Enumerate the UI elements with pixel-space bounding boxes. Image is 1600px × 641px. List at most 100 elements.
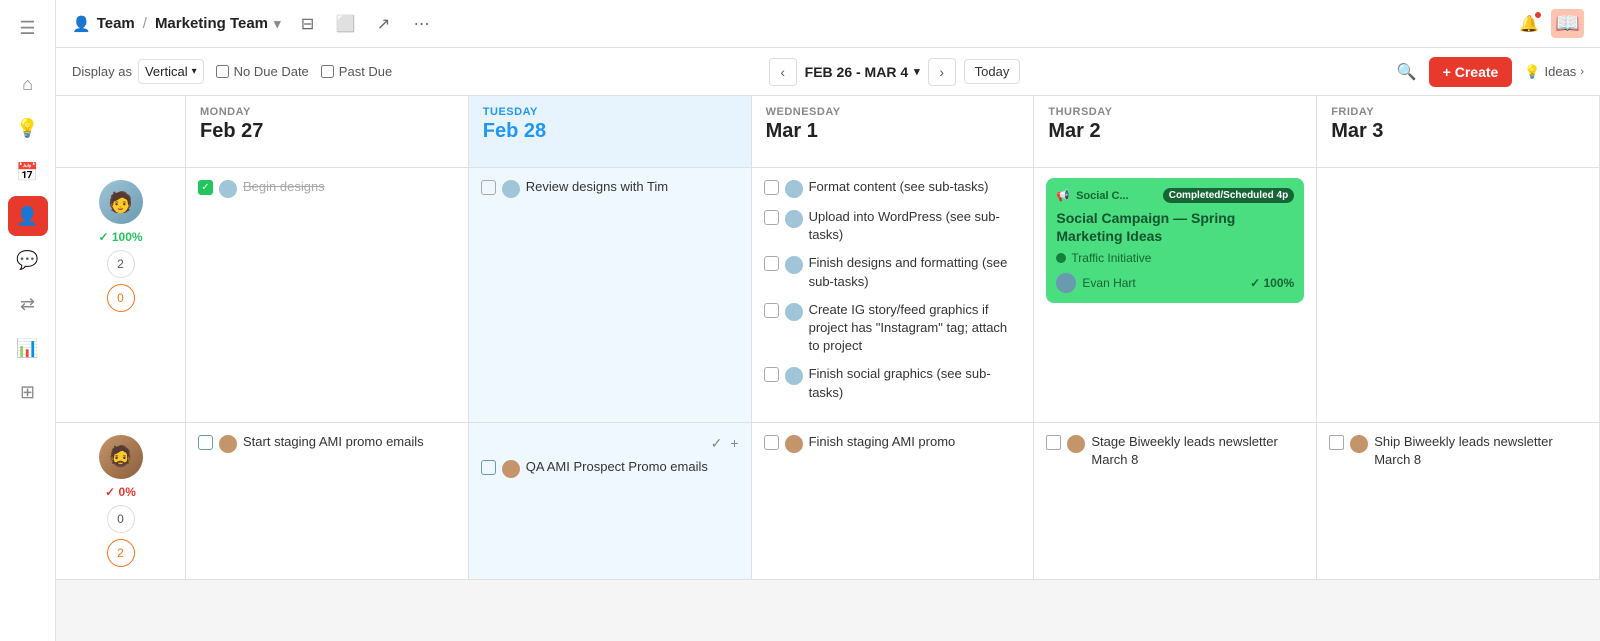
task-cell-friday-1[interactable] bbox=[1317, 168, 1600, 423]
breadcrumb: 👤 Team / Marketing Team ▾ bbox=[72, 15, 281, 33]
topbar-actions: ⊟ ⬜ ↗ ⋯ bbox=[293, 9, 437, 39]
sidebar-bar-chart-icon[interactable]: 📊 bbox=[8, 328, 48, 368]
sidebar-chat-icon[interactable]: 💬 bbox=[8, 240, 48, 280]
task-checkbox[interactable] bbox=[1329, 435, 1344, 450]
notification-bell[interactable]: 🔔 bbox=[1519, 14, 1539, 34]
next-arrow[interactable]: › bbox=[928, 58, 956, 86]
wednesday-name: WEDNESDAY bbox=[766, 106, 1020, 118]
date-range-display[interactable]: FEB 26 - MAR 4 ▾ bbox=[805, 64, 920, 80]
campaign-user-avatar bbox=[1056, 273, 1076, 293]
task-checkbox[interactable] bbox=[198, 435, 213, 450]
no-due-date-input[interactable] bbox=[216, 65, 229, 78]
task-cell-tuesday-2[interactable]: ✓ + QA AMI Prospect Promo emails bbox=[469, 423, 752, 580]
task-avatar-small bbox=[502, 460, 520, 478]
task-avatar-small bbox=[785, 256, 803, 274]
past-due-input[interactable] bbox=[321, 65, 334, 78]
team-label[interactable]: Team bbox=[97, 15, 135, 32]
past-due-checkbox[interactable]: Past Due bbox=[321, 64, 392, 79]
sidebar-shuffle-icon[interactable]: ⇄ bbox=[8, 284, 48, 324]
topbar: 👤 Team / Marketing Team ▾ ⊟ ⬜ ↗ ⋯ 🔔 📖 bbox=[56, 0, 1600, 48]
task-cell-friday-2[interactable]: Ship Biweekly leads newsletter March 8 bbox=[1317, 423, 1600, 580]
ideas-button[interactable]: 💡 Ideas › bbox=[1524, 64, 1584, 80]
task-avatar-small bbox=[219, 180, 237, 198]
task-checkbox[interactable] bbox=[764, 303, 779, 318]
task-text: Finish designs and formatting (see sub-t… bbox=[809, 254, 1022, 290]
check-action[interactable]: ✓ bbox=[711, 435, 723, 452]
task-item: Start staging AMI promo emails bbox=[198, 433, 456, 453]
ideas-label: Ideas bbox=[1545, 64, 1577, 79]
thursday-date: Mar 2 bbox=[1048, 120, 1302, 143]
sidebar-calendar-icon[interactable]: 📅 bbox=[8, 152, 48, 192]
task-cell-thursday-2[interactable]: Stage Biweekly leads newsletter March 8 bbox=[1034, 423, 1317, 580]
sidebar: ☰ ⌂ 💡 📅 👤 💬 ⇄ 📊 ⊞ bbox=[0, 0, 56, 641]
share-button[interactable]: ↗ bbox=[369, 9, 399, 39]
add-action[interactable]: + bbox=[730, 435, 738, 452]
toolbar: Display as Vertical ▾ No Due Date Past D… bbox=[56, 48, 1600, 96]
task-text: Finish social graphics (see sub-tasks) bbox=[809, 365, 1022, 401]
task-text: QA AMI Prospect Promo emails bbox=[526, 458, 708, 476]
green-card-footer: Evan Hart ✓ 100% bbox=[1056, 273, 1294, 293]
task-cell-thursday-1[interactable]: 📢 Social C... Completed/Scheduled 4p Soc… bbox=[1034, 168, 1317, 423]
today-button[interactable]: Today bbox=[964, 59, 1021, 84]
green-card-tag-row: 📢 Social C... bbox=[1056, 189, 1128, 202]
breadcrumb-chevron[interactable]: ▾ bbox=[274, 16, 281, 32]
task-cell-monday-1[interactable]: ✓ Begin designs bbox=[186, 168, 469, 423]
avatar-1: 🧑 bbox=[99, 180, 143, 224]
sidebar-home-icon[interactable]: ⌂ bbox=[8, 64, 48, 104]
green-card-header: 📢 Social C... Completed/Scheduled 4p bbox=[1056, 188, 1294, 203]
display-as-label: Display as Vertical ▾ bbox=[72, 59, 204, 84]
task-avatar-small bbox=[785, 303, 803, 321]
ideas-chevron: › bbox=[1580, 66, 1584, 78]
create-button[interactable]: + Create bbox=[1429, 57, 1513, 87]
progress-2: ✓ 0% bbox=[105, 485, 136, 499]
book-icon[interactable]: 📖 bbox=[1551, 9, 1584, 38]
task-avatar-small bbox=[219, 435, 237, 453]
task-checkbox[interactable]: ✓ bbox=[198, 180, 213, 195]
task-checkbox[interactable] bbox=[764, 367, 779, 382]
sidebar-team-icon[interactable]: 👤 bbox=[8, 196, 48, 236]
task-item: Finish social graphics (see sub-tasks) bbox=[764, 365, 1022, 401]
marketing-team-label[interactable]: Marketing Team bbox=[155, 15, 268, 32]
calendar-area: MONDAY Feb 27 TUESDAY Feb 28 WEDNESDAY M… bbox=[56, 96, 1600, 641]
task-text: Start staging AMI promo emails bbox=[243, 433, 424, 451]
prev-arrow[interactable]: ‹ bbox=[769, 58, 797, 86]
display-value-dropdown[interactable]: Vertical ▾ bbox=[138, 59, 204, 84]
task-checkbox[interactable] bbox=[764, 210, 779, 225]
friday-name: FRIDAY bbox=[1331, 106, 1585, 118]
task-item: Create IG story/feed graphics if project… bbox=[764, 301, 1022, 356]
task-checkbox[interactable] bbox=[764, 256, 779, 271]
task-cell-monday-2[interactable]: Start staging AMI promo emails bbox=[186, 423, 469, 580]
person-cell-1: 🧑 ✓ 100% 2 0 bbox=[56, 168, 186, 423]
task-checkbox[interactable] bbox=[764, 180, 779, 195]
sidebar-bulb-icon[interactable]: 💡 bbox=[8, 108, 48, 148]
task-cell-tuesday-1[interactable]: Review designs with Tim bbox=[469, 168, 752, 423]
task-cell-wednesday-1[interactable]: Format content (see sub-tasks) Upload in… bbox=[752, 168, 1035, 423]
filter-button[interactable]: ⊟ bbox=[293, 9, 323, 39]
social-campaign-card[interactable]: 📢 Social C... Completed/Scheduled 4p Soc… bbox=[1046, 178, 1304, 303]
task-text: Ship Biweekly leads newsletter March 8 bbox=[1374, 433, 1587, 469]
screen-button[interactable]: ⬜ bbox=[331, 9, 361, 39]
task-item: Format content (see sub-tasks) bbox=[764, 178, 1022, 198]
task-item: Finish staging AMI promo bbox=[764, 433, 1022, 453]
task-avatar-small bbox=[1067, 435, 1085, 453]
task-checkbox[interactable] bbox=[764, 435, 779, 450]
main-content: 👤 Team / Marketing Team ▾ ⊟ ⬜ ↗ ⋯ 🔔 📖 Di… bbox=[56, 0, 1600, 641]
task-text: Stage Biweekly leads newsletter March 8 bbox=[1091, 433, 1304, 469]
task-checkbox[interactable] bbox=[481, 180, 496, 195]
no-due-date-label: No Due Date bbox=[234, 64, 309, 79]
day-header-tuesday: TUESDAY Feb 28 bbox=[469, 96, 752, 168]
no-due-date-checkbox[interactable]: No Due Date bbox=[216, 64, 309, 79]
task-checkbox[interactable] bbox=[481, 460, 496, 475]
progress-1: ✓ 100% bbox=[98, 230, 142, 244]
day-header-friday: FRIDAY Mar 3 bbox=[1317, 96, 1600, 168]
task-checkbox[interactable] bbox=[1046, 435, 1061, 450]
more-button[interactable]: ⋯ bbox=[407, 9, 437, 39]
sidebar-grid-icon[interactable]: ⊞ bbox=[8, 372, 48, 412]
search-button[interactable]: 🔍 bbox=[1397, 62, 1417, 82]
task-cell-wednesday-2[interactable]: Finish staging AMI promo bbox=[752, 423, 1035, 580]
task-text: Format content (see sub-tasks) bbox=[809, 178, 989, 196]
campaign-user-row: Evan Hart bbox=[1056, 273, 1135, 293]
task-avatar-small bbox=[785, 180, 803, 198]
sidebar-menu-icon[interactable]: ☰ bbox=[8, 8, 48, 48]
display-label-text: Display as bbox=[72, 64, 132, 79]
